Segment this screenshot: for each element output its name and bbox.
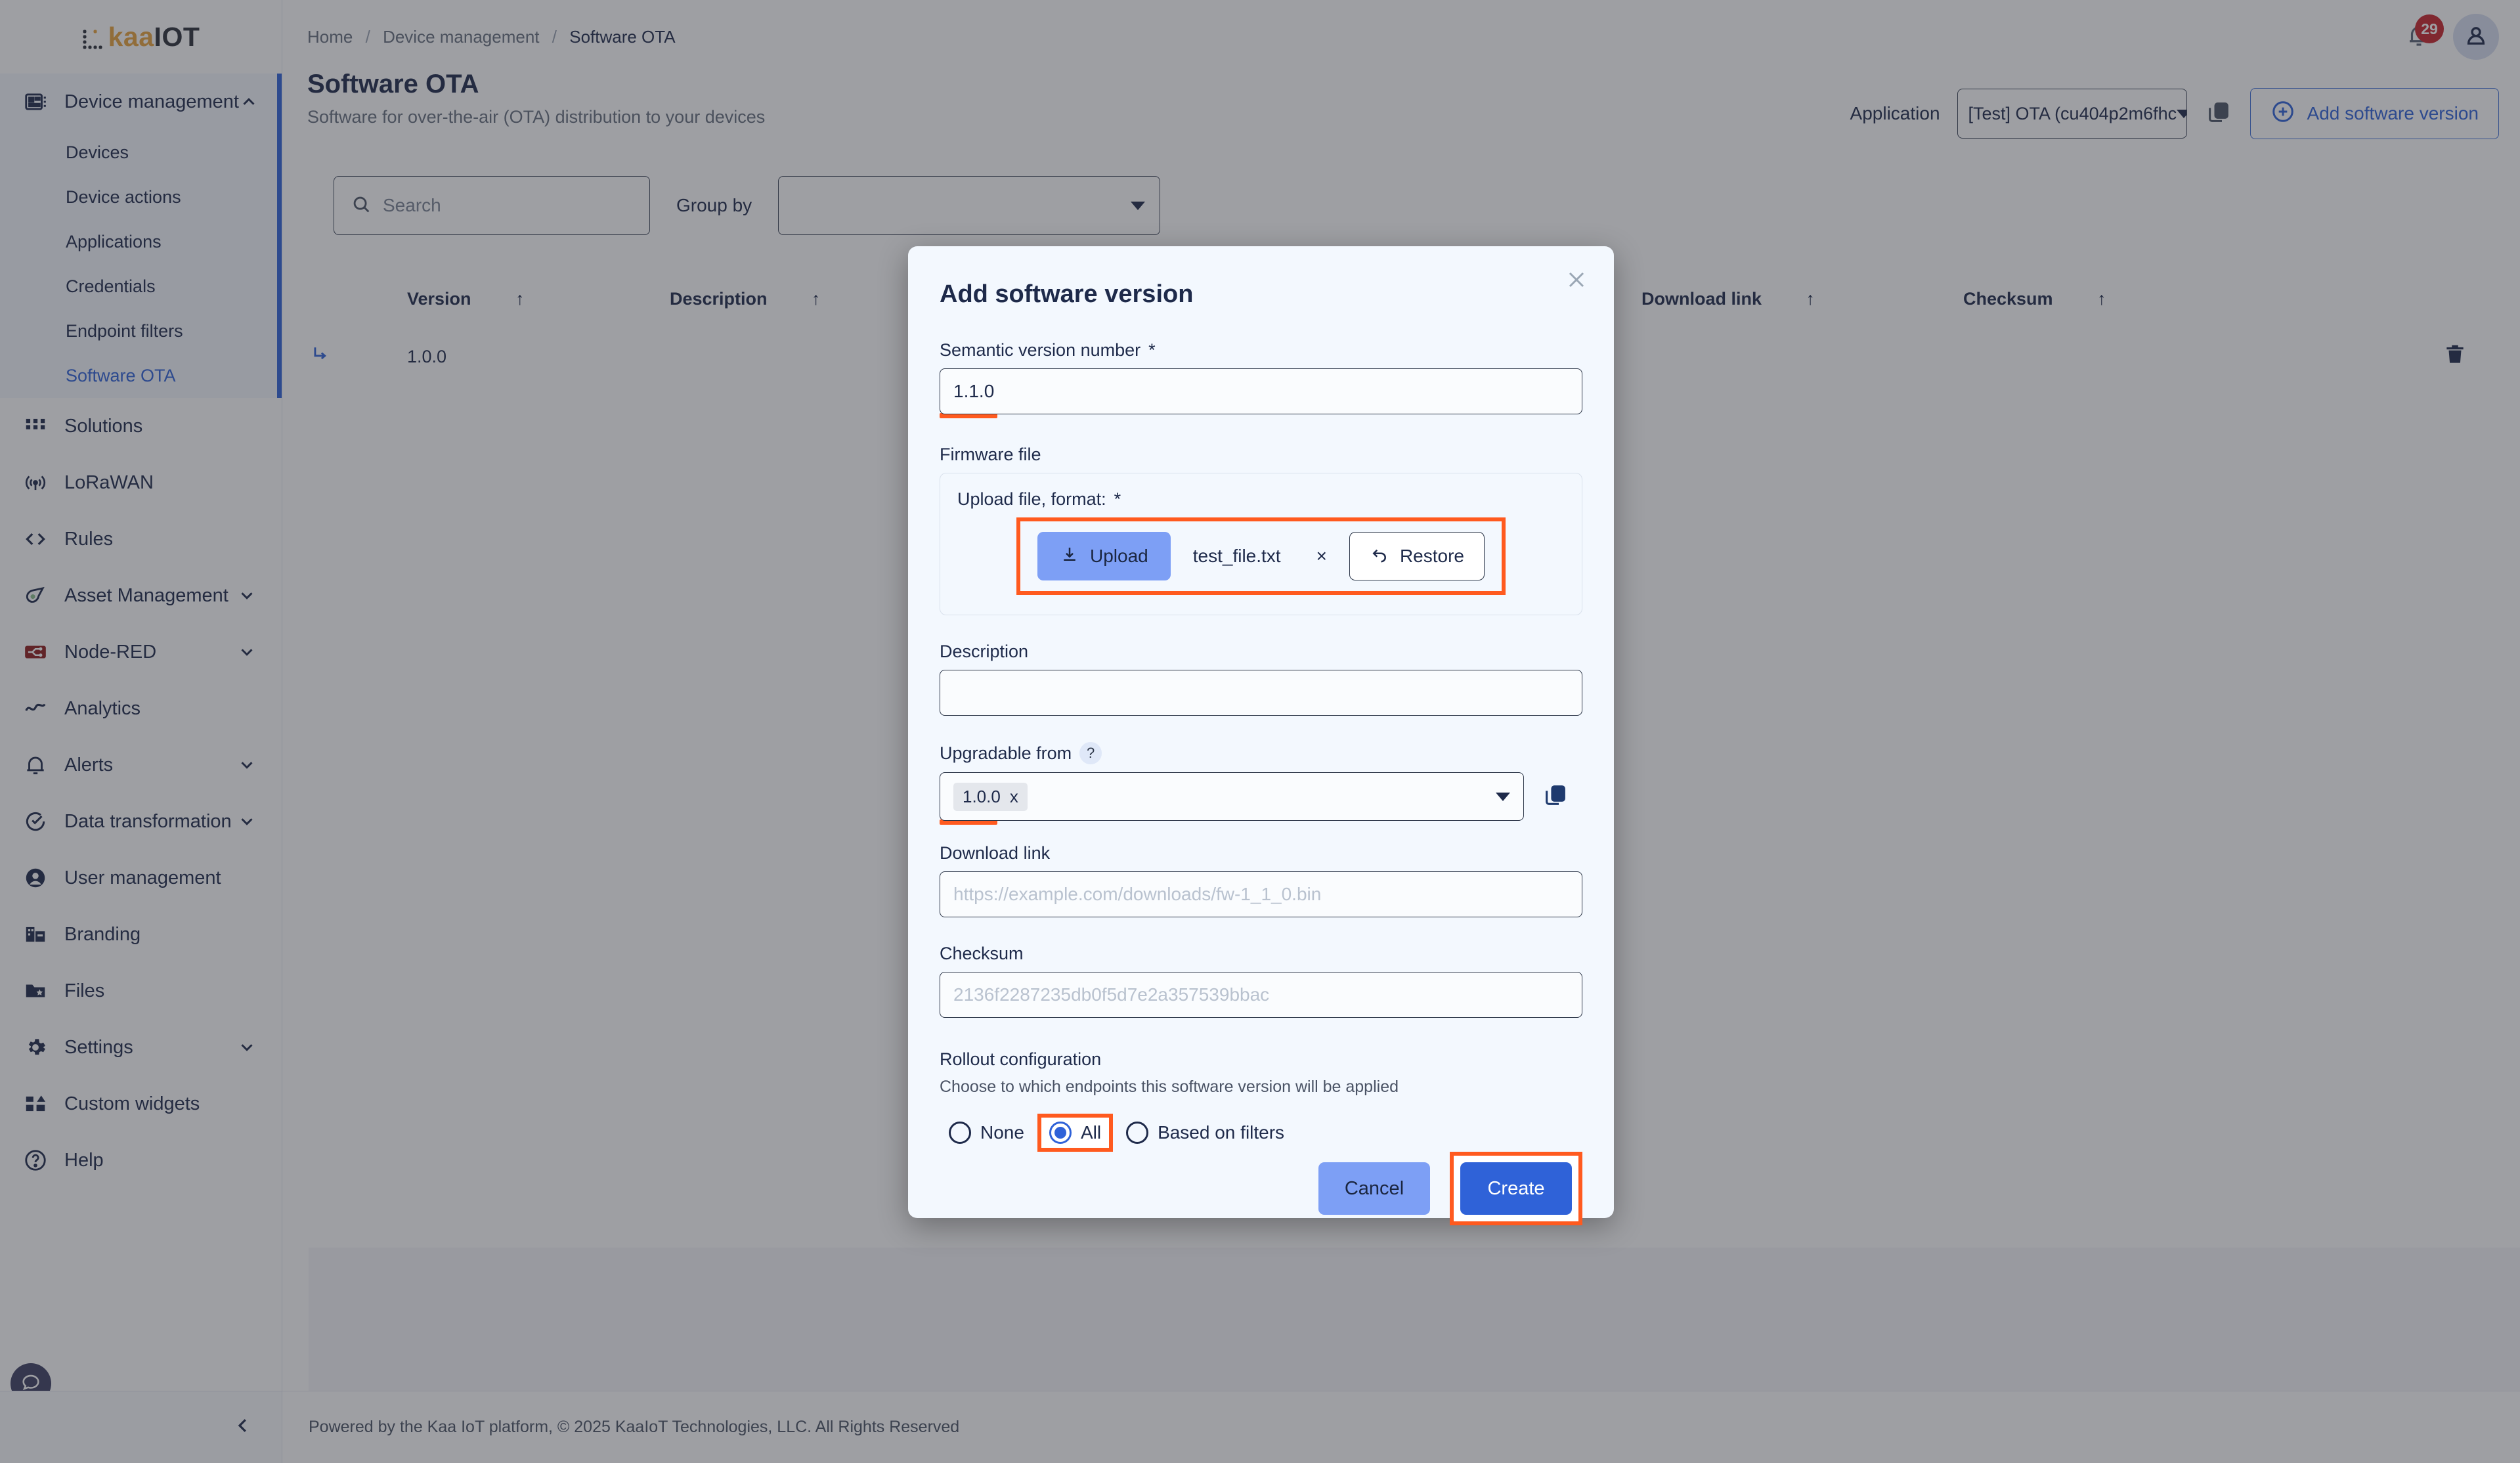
download-link-label: Download link bbox=[940, 843, 1051, 863]
remove-file-icon[interactable]: × bbox=[1316, 546, 1327, 567]
radio-icon bbox=[1126, 1122, 1149, 1144]
rollout-option-label: Based on filters bbox=[1158, 1122, 1285, 1143]
semantic-version-label: Semantic version number * bbox=[940, 340, 1582, 360]
rollout-hint: Choose to which endpoints this software … bbox=[940, 1078, 1399, 1096]
download-arrow-icon bbox=[1060, 544, 1079, 569]
rollout-option-based-on-filters[interactable]: Based on filters bbox=[1117, 1115, 1293, 1150]
dialog-title: Add software version bbox=[940, 280, 1194, 308]
upgradable-from-label: Upgradable from ? bbox=[940, 742, 1582, 764]
undo-icon bbox=[1370, 544, 1389, 569]
upgradable-from-label-text: Upgradable from bbox=[940, 743, 1072, 763]
rollout-radio-group: None All Based on filters bbox=[940, 1114, 1582, 1152]
dialog-body: Add software version Semantic version nu… bbox=[908, 246, 1614, 1152]
rollout-option-all[interactable]: All bbox=[1037, 1114, 1114, 1152]
rollout-option-label: All bbox=[1080, 1122, 1102, 1143]
rollout-option-label: None bbox=[980, 1122, 1024, 1143]
radio-selected-icon bbox=[1049, 1122, 1072, 1144]
restore-button[interactable]: Restore bbox=[1349, 532, 1485, 580]
description-input[interactable] bbox=[940, 670, 1582, 716]
required-mark: * bbox=[1114, 489, 1121, 509]
create-button[interactable]: Create bbox=[1460, 1162, 1572, 1215]
dialog-footer: Cancel Create bbox=[908, 1152, 1614, 1225]
semantic-version-input[interactable] bbox=[940, 368, 1582, 414]
chip-label: 1.0.0 bbox=[963, 786, 1001, 806]
chevron-down-icon bbox=[1496, 792, 1510, 801]
chip-remove-icon[interactable]: x bbox=[1010, 787, 1018, 807]
radio-icon bbox=[949, 1122, 971, 1144]
checksum-label: Checksum bbox=[940, 944, 1024, 963]
description-label: Description bbox=[940, 642, 1029, 661]
upload-controls-highlight: Upload test_file.txt × Restore bbox=[1016, 517, 1506, 595]
upload-file-label-text: Upload file, format: bbox=[957, 489, 1106, 509]
firmware-file-group: Upload file, format: * Upload test_file.t… bbox=[940, 473, 1582, 615]
cancel-button[interactable]: Cancel bbox=[1318, 1162, 1430, 1215]
rollout-configuration-label: Rollout configuration bbox=[940, 1049, 1102, 1069]
app-root: kaaIOT Device management Devices Device … bbox=[0, 0, 2520, 1463]
rollout-option-none[interactable]: None bbox=[940, 1115, 1033, 1150]
close-icon[interactable] bbox=[1559, 262, 1594, 297]
upload-button-label: Upload bbox=[1090, 546, 1148, 566]
restore-button-label: Restore bbox=[1399, 546, 1464, 566]
firmware-file-label: Firmware file bbox=[940, 445, 1041, 464]
upload-button[interactable]: Upload bbox=[1037, 532, 1171, 580]
upload-file-label: Upload file, format: * bbox=[957, 489, 1565, 510]
create-button-highlight: Create bbox=[1450, 1152, 1582, 1225]
semantic-version-label-text: Semantic version number bbox=[940, 340, 1141, 360]
checksum-input[interactable] bbox=[940, 972, 1582, 1018]
uploaded-file-name: test_file.txt bbox=[1192, 546, 1281, 566]
copy-upgradable-from-button[interactable] bbox=[1541, 782, 1570, 811]
download-link-input[interactable] bbox=[940, 871, 1582, 917]
add-software-version-dialog: Add software version Semantic version nu… bbox=[908, 246, 1614, 1225]
question-mark-icon[interactable]: ? bbox=[1079, 742, 1102, 764]
upgradable-from-chip: 1.0.0 x bbox=[953, 782, 1028, 811]
upgradable-from-select[interactable]: 1.0.0 x bbox=[940, 772, 1524, 821]
required-mark: * bbox=[1148, 340, 1156, 360]
copy-icon bbox=[1542, 782, 1569, 812]
